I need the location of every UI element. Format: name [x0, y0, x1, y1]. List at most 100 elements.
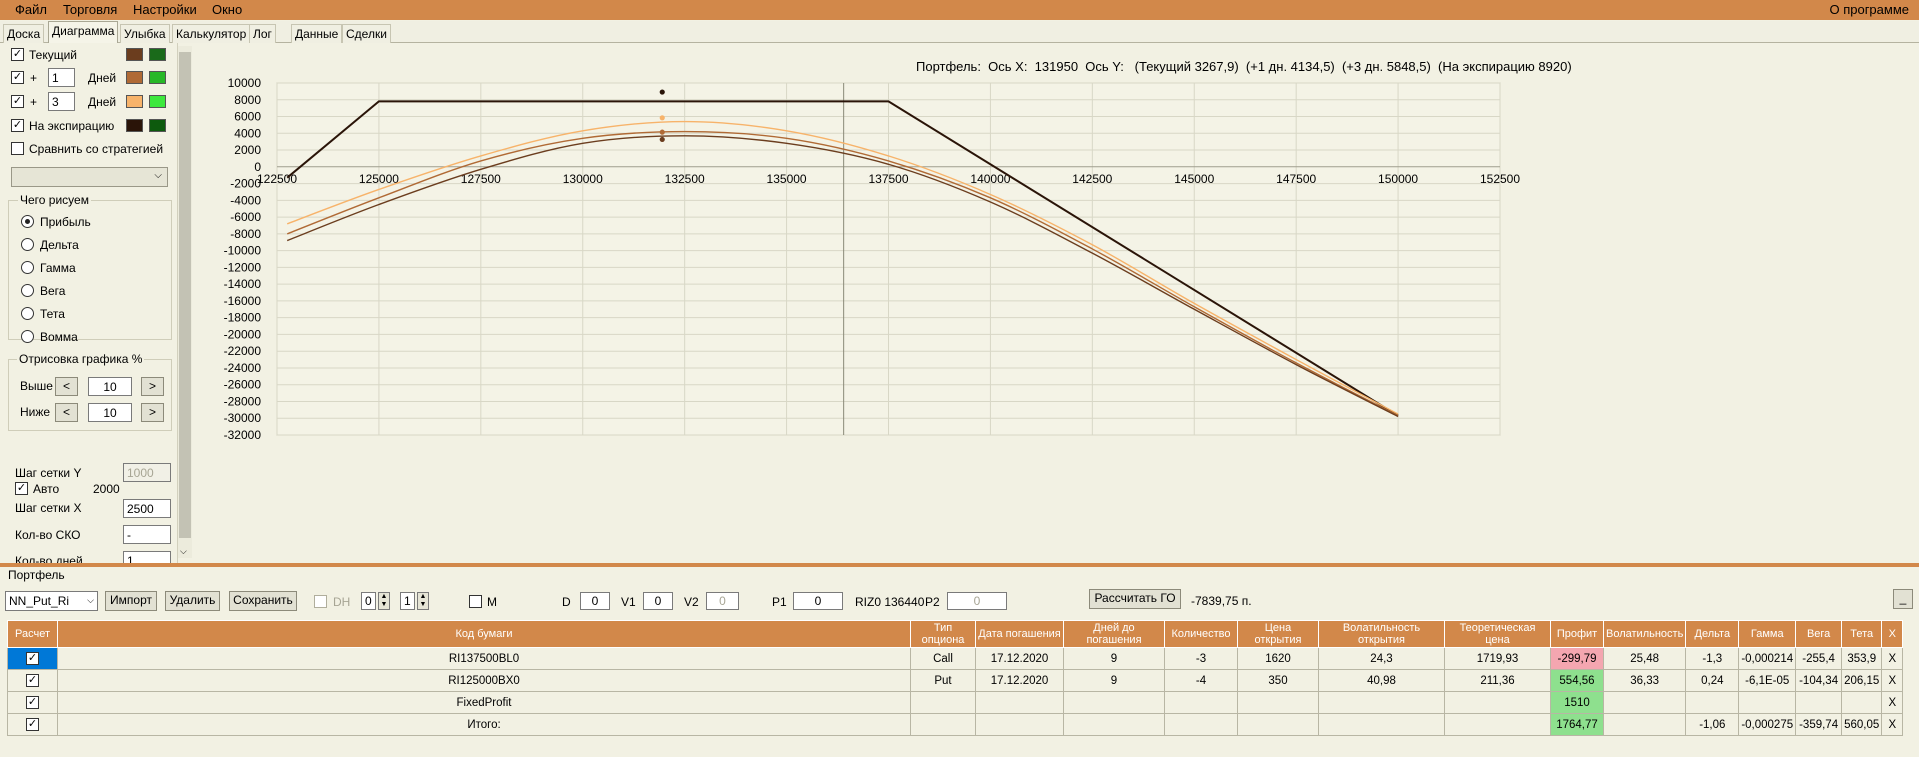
chevron-down-icon[interactable]: ⌵ [180, 546, 187, 557]
radio-profit[interactable] [21, 215, 34, 228]
auto-checkbox[interactable]: ✓ [15, 482, 28, 495]
row-calc-checkbox[interactable]: ✓ [7, 647, 58, 670]
spin1-input[interactable]: 0 [361, 592, 376, 610]
grid-x-input[interactable] [123, 499, 171, 518]
col-open-vol[interactable]: Волатильность открытия [1318, 620, 1445, 648]
plus1-checkbox[interactable]: ✓ [11, 71, 24, 84]
tab-data[interactable]: Данные [291, 24, 343, 43]
current-color-1[interactable] [126, 48, 143, 61]
row-calc-checkbox[interactable]: ✓ [7, 691, 58, 714]
p2-input[interactable]: 0 [947, 592, 1007, 610]
col-theor-price[interactable]: Теоретическая цена [1444, 620, 1551, 648]
grid-y-input[interactable] [123, 463, 171, 482]
col-profit[interactable]: Профит [1550, 620, 1604, 648]
col-code[interactable]: Код бумаги [57, 620, 911, 648]
table-row[interactable]: ✓ RI125000BX0 Put 17.12.2020 9 -4 350 40,98 211,… [7, 669, 1904, 692]
current-checkbox[interactable]: ✓ [11, 48, 24, 61]
spin2-input[interactable]: 1 [400, 592, 415, 610]
plus3-checkbox[interactable]: ✓ [11, 95, 24, 108]
menu-settings[interactable]: Настройки [133, 2, 197, 17]
radio-delta[interactable] [21, 238, 34, 251]
spin2-arrows[interactable]: ▲ ▼ [417, 592, 429, 610]
below-input[interactable] [88, 403, 132, 422]
expiration-color-1[interactable] [126, 119, 143, 132]
menu-trading[interactable]: Торговля [63, 2, 117, 17]
spin1-arrows[interactable]: ▲ ▼ [378, 592, 390, 610]
radio-gamma[interactable] [21, 261, 34, 274]
table-cell: 206,15 [1841, 669, 1883, 692]
row-delete-button[interactable]: X [1881, 669, 1904, 692]
portfolio-select[interactable]: NN_Put_Ri ⌵ [5, 591, 98, 611]
days-count-input[interactable] [123, 551, 171, 563]
menu-file[interactable]: Файл [15, 2, 47, 17]
p1-input[interactable]: 0 [793, 592, 843, 610]
import-button[interactable]: Импорт [105, 591, 157, 611]
menu-window[interactable]: Окно [212, 2, 242, 17]
current-color-2[interactable] [149, 48, 166, 61]
minimize-button[interactable]: _ [1893, 589, 1913, 609]
above-next-button[interactable]: > [141, 377, 164, 396]
checkbox-icon[interactable]: ✓ [26, 652, 39, 665]
plus3-color-1[interactable] [126, 95, 143, 108]
col-delta[interactable]: Дельта [1685, 620, 1740, 648]
plus1-color-1[interactable] [126, 71, 143, 84]
compare-checkbox[interactable] [11, 142, 24, 155]
tab-board[interactable]: Доска [3, 24, 45, 43]
above-prev-button[interactable]: < [55, 377, 78, 396]
below-next-button[interactable]: > [141, 403, 164, 422]
delete-button[interactable]: Удалить [165, 591, 220, 611]
table-row[interactable]: ✓ FixedProfit 1510 X [7, 691, 1904, 714]
row-delete-button[interactable]: X [1881, 691, 1904, 714]
plus3-color-2[interactable] [149, 95, 166, 108]
expiration-color-2[interactable] [149, 119, 166, 132]
row-delete-button[interactable]: X [1881, 713, 1904, 736]
checkbox-icon[interactable]: ✓ [26, 718, 39, 731]
sko-input[interactable] [123, 525, 171, 544]
col-gamma[interactable]: Гамма [1738, 620, 1797, 648]
v1-input[interactable]: 0 [643, 592, 673, 610]
col-x[interactable]: X [1881, 620, 1904, 648]
col-theta[interactable]: Тета [1841, 620, 1883, 648]
row-calc-checkbox[interactable]: ✓ [7, 669, 58, 692]
menu-about[interactable]: О программе [1829, 2, 1909, 17]
save-button[interactable]: Сохранить [229, 591, 297, 611]
m-checkbox[interactable] [469, 595, 482, 608]
col-vega[interactable]: Вега [1795, 620, 1843, 648]
scrollbar-thumb[interactable] [179, 52, 191, 538]
above-input[interactable] [88, 377, 132, 396]
dh-checkbox[interactable] [314, 595, 327, 608]
plus1-color-2[interactable] [149, 71, 166, 84]
tab-deals[interactable]: Сделки [342, 24, 391, 43]
tab-calculator[interactable]: Калькулятор [172, 24, 251, 43]
value-marker [659, 89, 665, 95]
col-type[interactable]: Тип опциона [910, 620, 976, 648]
tab-smile[interactable]: Улыбка [120, 24, 170, 43]
tab-diagram[interactable]: Диаграмма [48, 21, 119, 44]
radio-vomma[interactable] [21, 330, 34, 343]
table-row[interactable]: ✓ RI137500BL0 Call 17.12.2020 9 -3 1620 24,3 171… [7, 647, 1904, 670]
strategy-dropdown[interactable]: ⌵ [11, 167, 168, 187]
col-date[interactable]: Дата погашения [975, 620, 1064, 648]
radio-vega[interactable] [21, 284, 34, 297]
col-qty[interactable]: Количество [1164, 620, 1238, 648]
col-days[interactable]: Дней до погашения [1063, 620, 1165, 648]
left-scrollbar[interactable]: ⌵ [178, 46, 192, 558]
col-vol[interactable]: Волатильность [1602, 620, 1687, 648]
below-prev-button[interactable]: < [55, 403, 78, 422]
checkbox-icon[interactable]: ✓ [26, 696, 39, 709]
calc-go-button[interactable]: Рассчитать ГО [1089, 589, 1181, 609]
radio-theta[interactable] [21, 307, 34, 320]
d-input[interactable]: 0 [580, 592, 610, 610]
plus1-days-input[interactable] [48, 68, 75, 87]
tab-log[interactable]: Лог [249, 24, 276, 43]
expiration-checkbox[interactable]: ✓ [11, 119, 24, 132]
table-row[interactable]: ✓ Итого: 1764,77 -1,06 -0,000275 -359,74 560,0… [7, 713, 1904, 736]
row-delete-button[interactable]: X [1881, 647, 1904, 670]
plus3-days-input[interactable] [48, 92, 75, 111]
payoff-chart[interactable]: 122500 125000 127500 130000 132500 135000 1375… [193, 43, 1919, 563]
row-calc-checkbox[interactable]: ✓ [7, 713, 58, 736]
v2-input[interactable]: 0 [706, 592, 739, 610]
checkbox-icon[interactable]: ✓ [26, 674, 39, 687]
col-calc[interactable]: Расчет [7, 620, 58, 648]
col-open-price[interactable]: Цена открытия [1237, 620, 1319, 648]
